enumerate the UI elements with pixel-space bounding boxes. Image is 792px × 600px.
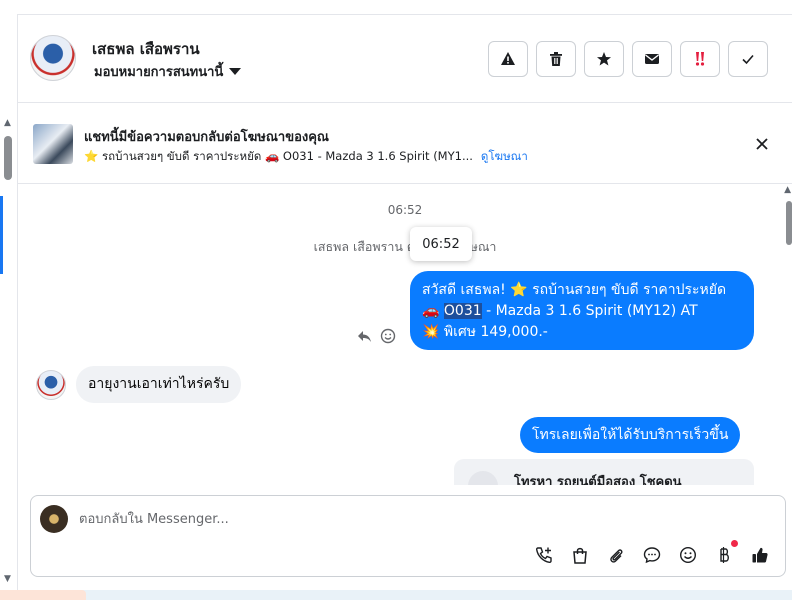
- selected-conversation-indicator: [0, 196, 3, 274]
- messenger-inbox: ▲ ▼ เสธพล เสือพราน มอบหมายการสนทนานี้ แช…: [0, 0, 792, 600]
- envelope-icon: [645, 54, 659, 64]
- header-actions: [488, 41, 768, 77]
- delete-button[interactable]: [536, 41, 576, 77]
- bottom-tab[interactable]: [0, 590, 86, 600]
- mark-unread-button[interactable]: [632, 41, 672, 77]
- chat-bubble-icon: [643, 547, 661, 564]
- composer-toolbar: [533, 540, 771, 566]
- view-ad-link[interactable]: ดูโฆษณา: [481, 148, 528, 166]
- shopping-bag-icon: [573, 547, 587, 564]
- message-line: 🚗 O031 - Mazda 3 1.6 Spirit (MY12) AT: [422, 301, 742, 322]
- message-composer: [30, 495, 786, 577]
- trash-icon: [550, 52, 562, 66]
- scroll-up-arrow-icon[interactable]: ▲: [784, 185, 791, 195]
- assign-label: มอบหมายการสนทนานี้: [94, 65, 224, 80]
- scroll-up-arrow-icon[interactable]: ▲: [4, 118, 11, 128]
- ad-banner-subtitle: ⭐ รถบ้านสวยๆ ขับดี ราคาประหยัด 🚗 O031 - …: [84, 149, 473, 163]
- contact-name[interactable]: เสธพล เสือพราน: [92, 37, 200, 61]
- contact-avatar-small[interactable]: [36, 370, 66, 400]
- page-avatar: [40, 505, 68, 533]
- notification-dot: [731, 540, 738, 547]
- highlighted-text: O031: [443, 303, 482, 319]
- attach-button[interactable]: [605, 544, 627, 566]
- incoming-message[interactable]: อายุงานเอาเท่าไหร่ครับ: [76, 366, 242, 403]
- star-button[interactable]: [584, 41, 624, 77]
- timestamp-tooltip: 06:52: [410, 227, 472, 261]
- message-text: - Mazda 3 1.6 Spirit (MY12) AT: [481, 303, 698, 319]
- scrollbar-thumb[interactable]: [4, 136, 12, 180]
- caret-down-icon: [229, 68, 242, 75]
- ad-thumbnail[interactable]: [33, 124, 73, 164]
- call-add-icon: [535, 547, 552, 564]
- payment-button[interactable]: [713, 540, 738, 566]
- left-scrollbar[interactable]: ▲ ▼: [0, 14, 18, 590]
- ad-banner-title: แชทนี้มีข้อความตอบกลับต่อโฆษณาของคุณ: [84, 130, 329, 145]
- emoji-button[interactable]: [677, 544, 699, 566]
- scrollbar-thumb[interactable]: [786, 201, 792, 245]
- star-icon: [597, 52, 611, 66]
- ad-banner-subtitle-row: ⭐ รถบ้านสวยๆ ขับดี ราคาประหยัด 🚗 O031 - …: [84, 148, 528, 166]
- warning-icon: [501, 52, 515, 65]
- double-exclamation-icon: [695, 52, 705, 66]
- scroll-down-arrow-icon[interactable]: ▼: [4, 574, 11, 584]
- assign-conversation-dropdown[interactable]: มอบหมายการสนทนานี้: [94, 61, 242, 82]
- call-add-button[interactable]: [533, 544, 555, 566]
- report-spam-button[interactable]: [488, 41, 528, 77]
- shop-button[interactable]: [569, 544, 591, 566]
- like-button[interactable]: [749, 544, 771, 566]
- outgoing-message[interactable]: สวัสดี เสธพล! ⭐ รถบ้านสวยๆ ขับดี ราคาประ…: [410, 271, 754, 350]
- react-emoji-icon[interactable]: [380, 328, 396, 344]
- saved-replies-button[interactable]: [641, 544, 663, 566]
- follow-up-button[interactable]: [680, 41, 720, 77]
- system-message: เสธพล เสือพราน ตอบกลับโฆษณา: [313, 239, 497, 254]
- call-card-text: โทรหา รถยนต์มือสอง โชคดูน: [514, 475, 682, 485]
- message-tools: [356, 328, 396, 344]
- bottom-strip: [0, 590, 792, 600]
- paperclip-icon: [610, 549, 623, 563]
- message-text: 🚗: [422, 303, 444, 319]
- contact-avatar[interactable]: [30, 35, 76, 81]
- close-icon: [756, 138, 768, 150]
- thumbs-up-icon: [752, 547, 768, 563]
- message-thread[interactable]: 06:52 เสธพล เสือพราน ตอบกลับโฆษณา 06:52 …: [18, 185, 784, 485]
- phone-icon: [468, 471, 498, 485]
- close-banner-button[interactable]: [750, 132, 774, 156]
- reply-input[interactable]: [79, 508, 679, 530]
- message-line: 💥 พิเศษ 149,000.-: [422, 324, 548, 340]
- outgoing-message[interactable]: โทรเลยเพื่อให้ได้รับบริการเร็วขึ้น: [520, 417, 741, 453]
- ad-reply-banner: แชทนี้มีข้อความตอบกลับต่อโฆษณาของคุณ ⭐ ร…: [18, 104, 792, 184]
- message-timestamp: 06:52: [387, 203, 423, 217]
- conversation-header: เสธพล เสือพราน มอบหมายการสนทนานี้: [18, 15, 792, 103]
- mark-done-button[interactable]: [728, 41, 768, 77]
- baht-icon: [720, 547, 729, 563]
- checkmark-icon: [742, 54, 754, 65]
- emoji-icon: [679, 546, 697, 564]
- reply-icon[interactable]: [356, 328, 372, 344]
- message-line: สวัสดี เสธพล! ⭐ รถบ้านสวยๆ ขับดี ราคาประ…: [422, 282, 727, 298]
- call-button-card[interactable]: โทรหา รถยนต์มือสอง โชคดูน: [454, 459, 754, 485]
